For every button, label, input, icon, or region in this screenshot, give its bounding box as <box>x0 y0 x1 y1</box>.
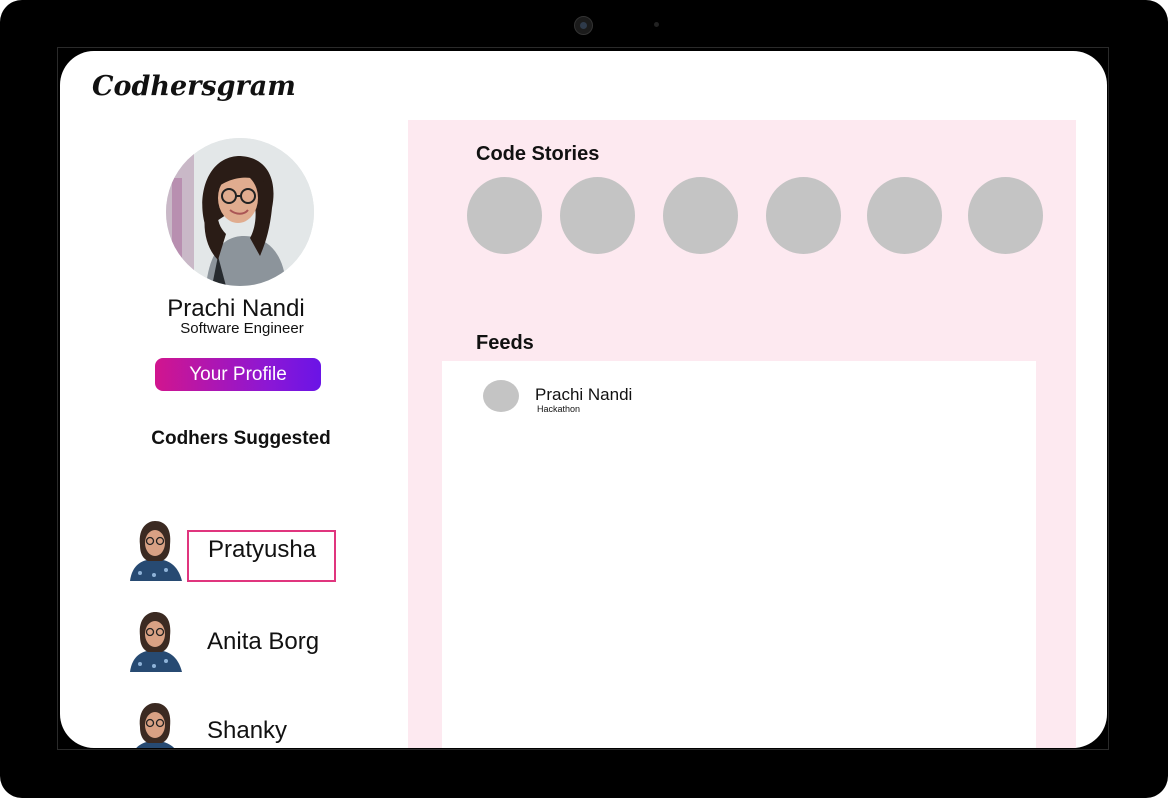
code-stories-title: Code Stories <box>476 143 600 165</box>
suggested-name[interactable]: Shanky <box>207 717 287 745</box>
feed-author-name[interactable]: Prachi Nandi <box>535 385 632 405</box>
suggested-name[interactable]: Anita Borg <box>207 628 319 656</box>
app-screen: Codhersgram Prachi Nandi Software Engine… <box>60 51 1107 748</box>
avatar[interactable] <box>126 606 184 672</box>
feed-author-avatar[interactable] <box>483 380 519 412</box>
story-circle[interactable] <box>663 177 738 254</box>
feed-card: Prachi Nandi Hackathon <box>442 361 1036 748</box>
avatar[interactable] <box>126 515 184 581</box>
story-circle[interactable] <box>867 177 942 254</box>
profile-role: Software Engineer <box>180 320 304 337</box>
your-profile-button[interactable]: Your Profile <box>155 358 321 391</box>
camera-icon <box>574 16 593 35</box>
user-photo-icon <box>126 606 184 672</box>
feeds-title: Feeds <box>476 332 534 354</box>
feed-post-tag: Hackathon <box>537 404 581 414</box>
user-photo-icon <box>126 697 184 748</box>
sensor-icon <box>654 22 659 27</box>
suggested-item[interactable]: Pratyusha <box>126 515 366 585</box>
avatar[interactable] <box>126 697 184 748</box>
story-circle[interactable] <box>560 177 635 254</box>
suggested-item[interactable]: Anita Borg <box>126 606 366 676</box>
tablet-frame: Codhersgram Prachi Nandi Software Engine… <box>0 0 1168 798</box>
app-logo[interactable]: Codhersgram <box>92 71 296 102</box>
suggested-title: Codhers Suggested <box>151 428 331 449</box>
profile-avatar[interactable] <box>166 138 314 286</box>
suggested-item[interactable]: Shanky <box>126 697 366 748</box>
story-circle[interactable] <box>968 177 1043 254</box>
profile-photo-icon <box>166 138 314 286</box>
profile-name: Prachi Nandi <box>167 295 305 322</box>
main-panel: Code Stories Feeds Prachi Nandi Hackatho… <box>408 120 1076 748</box>
user-photo-icon <box>126 515 184 581</box>
story-circle[interactable] <box>467 177 542 254</box>
suggested-name[interactable]: Pratyusha <box>187 530 336 582</box>
story-circle[interactable] <box>766 177 841 254</box>
